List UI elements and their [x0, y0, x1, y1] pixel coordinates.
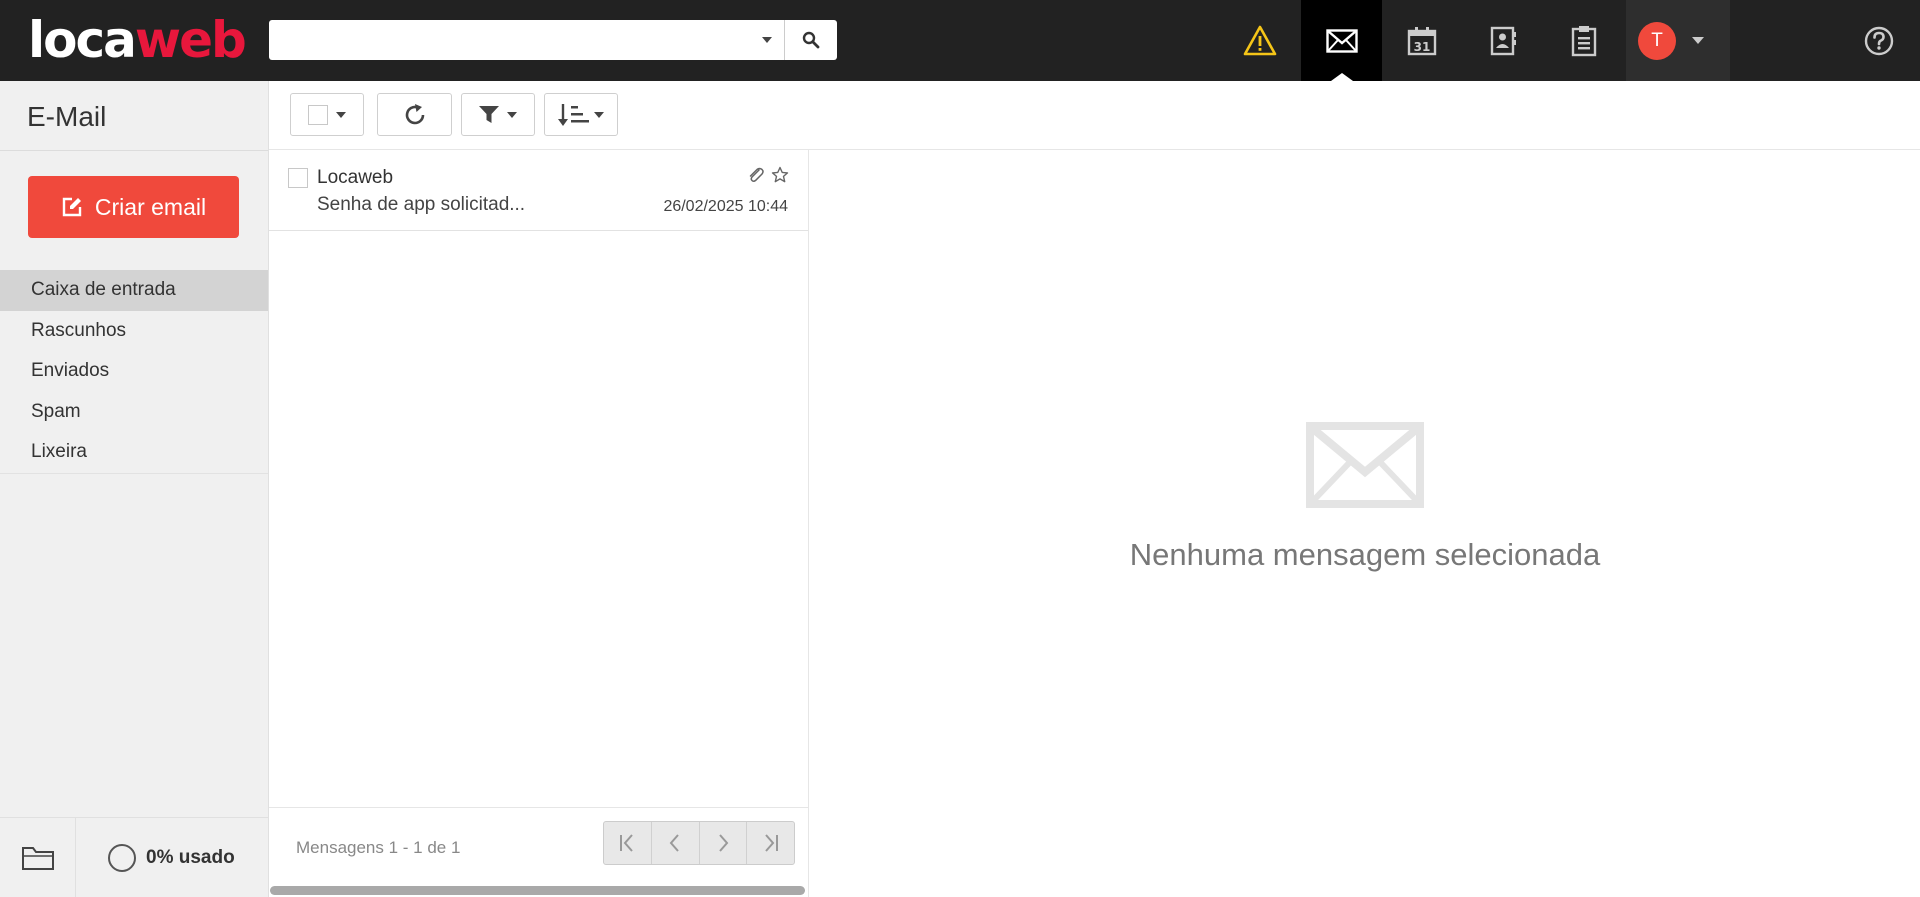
quota-indicator: 0% usado [76, 818, 268, 897]
message-sender: Locaweb [317, 167, 394, 188]
folder-icon [21, 846, 54, 870]
first-page-icon [620, 834, 634, 852]
manage-folders-button[interactable] [0, 818, 76, 897]
previous-page-button[interactable] [652, 822, 700, 864]
filter-button[interactable] [461, 93, 535, 136]
nav-mail[interactable] [1301, 0, 1382, 81]
message-list: Locaweb Senha de app solicitad... 26/02/… [269, 150, 809, 897]
message-checkbox[interactable] [288, 168, 308, 188]
chevron-left-icon [669, 834, 679, 852]
message-date: 26/02/2025 10:44 [663, 198, 788, 215]
compose-label: Criar email [94, 193, 207, 220]
search-button[interactable] [784, 20, 837, 60]
folder-drafts[interactable]: Rascunhos [0, 311, 268, 352]
nav-alerts[interactable] [1219, 0, 1300, 81]
nav-contacts[interactable] [1462, 0, 1543, 81]
preview-pane: Nenhuma mensagem selecionada [810, 150, 1920, 897]
tasks-icon [1571, 25, 1596, 56]
refresh-icon [405, 103, 424, 124]
user-menu[interactable]: T [1626, 0, 1730, 81]
warning-icon [1243, 25, 1276, 55]
select-dropdown-button[interactable] [290, 93, 364, 136]
pagination [603, 821, 795, 865]
search-options-dropdown[interactable] [750, 20, 784, 60]
quota-text: 0% usado [146, 846, 235, 868]
chevron-down-icon [594, 111, 604, 118]
compose-icon [62, 197, 82, 217]
sidebar-footer: 0% usado [0, 817, 268, 897]
folder-sent[interactable]: Enviados [0, 351, 268, 392]
horizontal-scrollbar[interactable] [270, 886, 805, 895]
locaweb-logo[interactable]: loca web [28, 14, 247, 66]
top-bar: loca web 31 T [0, 0, 1920, 81]
quota-circle-icon [108, 843, 136, 872]
empty-state-text: Nenhuma mensagem selecionada [1129, 537, 1601, 572]
chevron-down-icon [762, 37, 772, 43]
search-icon [802, 31, 820, 49]
search-box [269, 20, 837, 60]
sort-icon [558, 103, 589, 126]
avatar: T [1638, 21, 1676, 60]
message-subject: Senha de app solicitad... [317, 194, 526, 215]
chevron-down-icon [1692, 37, 1704, 44]
chevron-down-icon [507, 111, 517, 118]
sidebar: E-Mail Criar email Caixa de entrada Rasc… [0, 81, 269, 897]
message-toolbar [269, 81, 1920, 150]
compose-button[interactable]: Criar email [28, 176, 239, 238]
divider [0, 150, 268, 151]
nav-calendar[interactable]: 31 [1381, 0, 1462, 81]
last-page-button[interactable] [747, 822, 794, 864]
sort-button[interactable] [544, 93, 618, 136]
list-item[interactable]: Locaweb Senha de app solicitad... 26/02/… [269, 150, 808, 231]
folder-trash[interactable]: Lixeira [0, 432, 268, 473]
help-button[interactable] [1862, 24, 1896, 58]
last-page-icon [764, 834, 778, 852]
list-footer: Mensagens 1 - 1 de 1 [269, 807, 808, 897]
next-page-button[interactable] [700, 822, 748, 864]
folder-list: Caixa de entrada Rascunhos Enviados Spam… [0, 270, 268, 474]
star-icon[interactable] [771, 166, 789, 184]
nav-tasks[interactable] [1543, 0, 1624, 81]
contacts-icon [1490, 26, 1516, 55]
folder-spam[interactable]: Spam [0, 392, 268, 433]
filter-icon [479, 105, 499, 123]
attachment-icon [749, 167, 764, 182]
mail-icon [1306, 422, 1424, 508]
chevron-right-icon [719, 834, 729, 852]
refresh-button[interactable] [377, 93, 452, 136]
search-input[interactable] [269, 20, 750, 60]
calendar-icon: 31 [1407, 26, 1436, 55]
page-title: E-Mail [27, 101, 107, 132]
mail-icon [1325, 28, 1358, 53]
svg-text:31: 31 [1413, 40, 1430, 54]
help-icon [1864, 26, 1894, 56]
first-page-button[interactable] [604, 822, 652, 864]
message-count: Mensagens 1 - 1 de 1 [296, 838, 461, 857]
chevron-down-icon [336, 111, 346, 118]
select-all-checkbox[interactable] [308, 104, 328, 125]
folder-inbox[interactable]: Caixa de entrada [0, 270, 268, 311]
